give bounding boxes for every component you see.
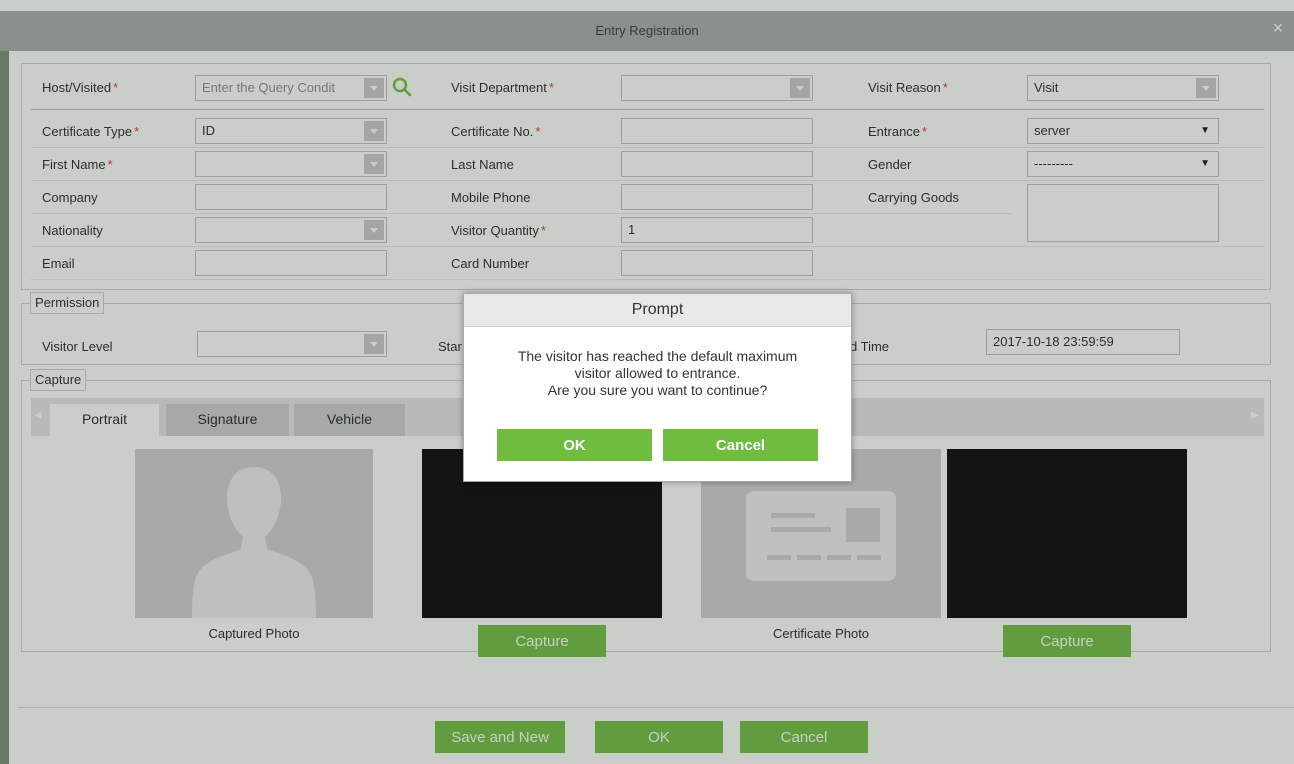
prompt-ok-button[interactable]: OK [497,429,652,461]
prompt-title: Prompt [464,294,851,327]
prompt-cancel-button[interactable]: Cancel [663,429,818,461]
prompt-dialog: Prompt The visitor has reached the defau… [463,293,852,482]
prompt-message-line: visitor allowed to entrance. [574,365,741,381]
prompt-message-line: The visitor has reached the default maxi… [517,348,798,364]
prompt-message-line: Are you sure you want to continue? [547,382,768,398]
prompt-message: The visitor has reached the default maxi… [464,348,851,399]
